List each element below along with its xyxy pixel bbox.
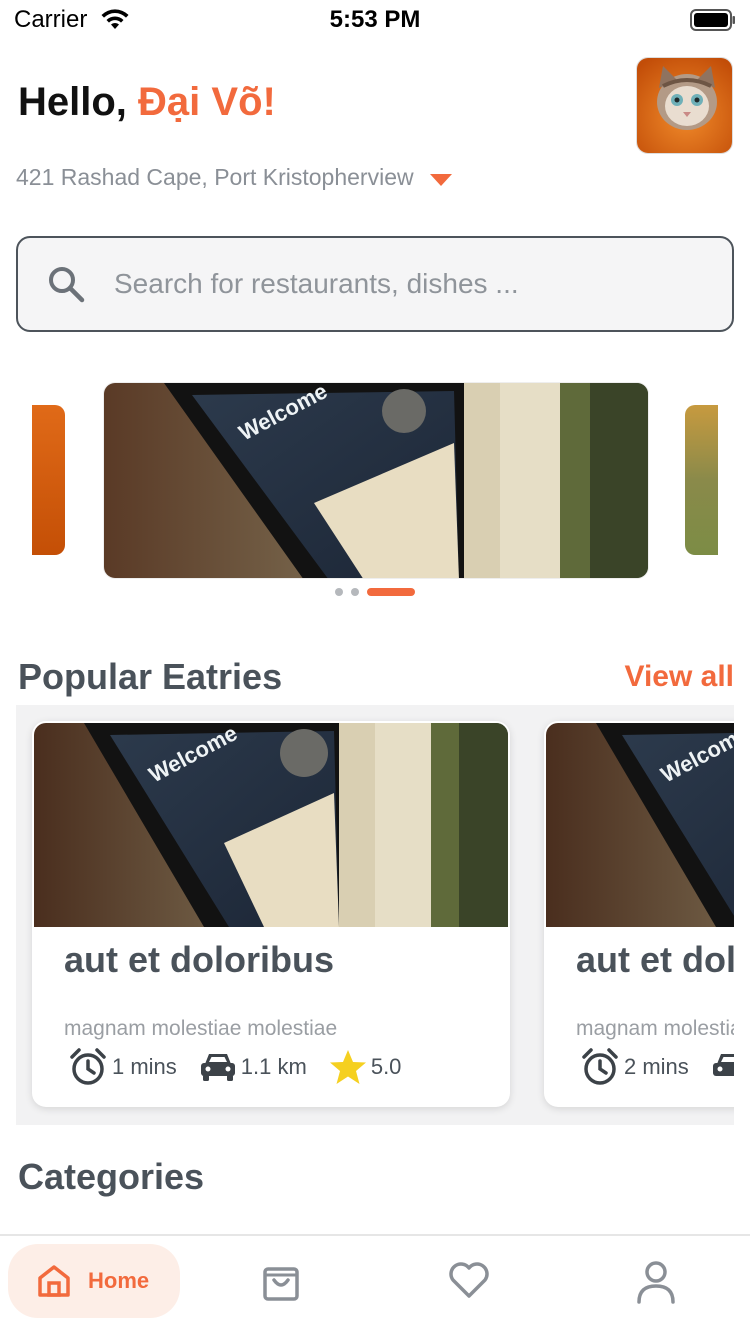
bottom-nav: Home bbox=[0, 1234, 750, 1334]
status-bar: Carrier 5:53 PM bbox=[0, 0, 750, 40]
address-text: 421 Rashad Cape, Port Kristopherview bbox=[16, 164, 414, 190]
alarm-clock-icon bbox=[70, 1048, 106, 1085]
eatery-image: Welcome bbox=[34, 723, 508, 927]
carousel-dot[interactable] bbox=[335, 588, 343, 596]
eatery-name: aut et doloribus bbox=[64, 939, 334, 980]
eatery-name: aut et doloribus bbox=[576, 939, 734, 980]
nav-home-label: Home bbox=[88, 1268, 150, 1293]
eatery-distance: 1.1 km bbox=[199, 1050, 307, 1084]
carousel-dot[interactable] bbox=[351, 588, 359, 596]
bag-icon[interactable] bbox=[262, 1260, 300, 1302]
eatery-time: 2 mins bbox=[580, 1047, 689, 1087]
avatar[interactable] bbox=[636, 57, 733, 154]
eatery-rating-text: 5.0 bbox=[370, 1054, 402, 1079]
banner-slide-next[interactable] bbox=[685, 405, 718, 555]
user-name: Đại Võ! bbox=[138, 80, 276, 124]
view-all-link[interactable]: View all bbox=[624, 660, 734, 694]
search-bar[interactable] bbox=[16, 236, 734, 332]
carousel-dot-active[interactable] bbox=[367, 588, 415, 596]
popular-title: Popular Eatries bbox=[18, 656, 283, 697]
banner-slide-current[interactable]: Welcome bbox=[103, 382, 649, 579]
search-input[interactable] bbox=[114, 268, 694, 300]
alarm-clock-icon bbox=[582, 1048, 618, 1085]
greeting: Hello, Đại Võ! bbox=[18, 80, 276, 125]
eatery-rating: 5.0 bbox=[329, 1049, 402, 1085]
status-time: 5:53 PM bbox=[329, 6, 421, 33]
nav-home-tab[interactable]: Home bbox=[8, 1244, 180, 1318]
star-icon bbox=[329, 1050, 366, 1084]
eatery-time: 1 mins bbox=[68, 1047, 177, 1087]
home-icon bbox=[38, 1265, 70, 1297]
eatery-card[interactable]: Welcome aut et doloribus magnam molestia… bbox=[544, 721, 734, 1107]
eatery-distance-text: 1.1 km bbox=[240, 1054, 307, 1079]
eatery-distance bbox=[711, 1050, 734, 1084]
search-icon bbox=[49, 267, 85, 303]
caret-down-icon bbox=[429, 173, 452, 186]
battery-icon bbox=[690, 9, 735, 31]
eatery-meta: 1 mins 1.1 km 5.0 bbox=[68, 1047, 423, 1087]
eatery-subtitle: magnam molestiae molestiae bbox=[64, 1017, 338, 1040]
user-icon[interactable] bbox=[636, 1260, 676, 1304]
car-icon bbox=[712, 1054, 734, 1076]
greeting-prefix: Hello, bbox=[18, 80, 127, 124]
eatery-subtitle: magnam molestiae molestiae bbox=[576, 1017, 734, 1040]
eatery-time-text: 1 mins bbox=[112, 1054, 177, 1079]
car-icon bbox=[200, 1054, 235, 1081]
eatery-meta: 2 mins bbox=[580, 1047, 734, 1087]
heart-icon[interactable] bbox=[447, 1260, 491, 1300]
banner-image: Welcome bbox=[104, 383, 648, 578]
address-selector[interactable]: 421 Rashad Cape, Port Kristopherview bbox=[16, 164, 452, 191]
categories-title: Categories bbox=[18, 1156, 205, 1197]
carousel-dots bbox=[335, 588, 415, 596]
popular-list[interactable]: Welcome aut et doloribus magnam molestia… bbox=[16, 705, 734, 1125]
eatery-image: Welcome bbox=[546, 723, 734, 927]
avatar-image bbox=[637, 58, 732, 153]
banner-slide-prev[interactable] bbox=[32, 405, 65, 555]
eatery-card[interactable]: Welcome aut et doloribus magnam molestia… bbox=[32, 721, 510, 1107]
eatery-time-text: 2 mins bbox=[624, 1054, 689, 1079]
